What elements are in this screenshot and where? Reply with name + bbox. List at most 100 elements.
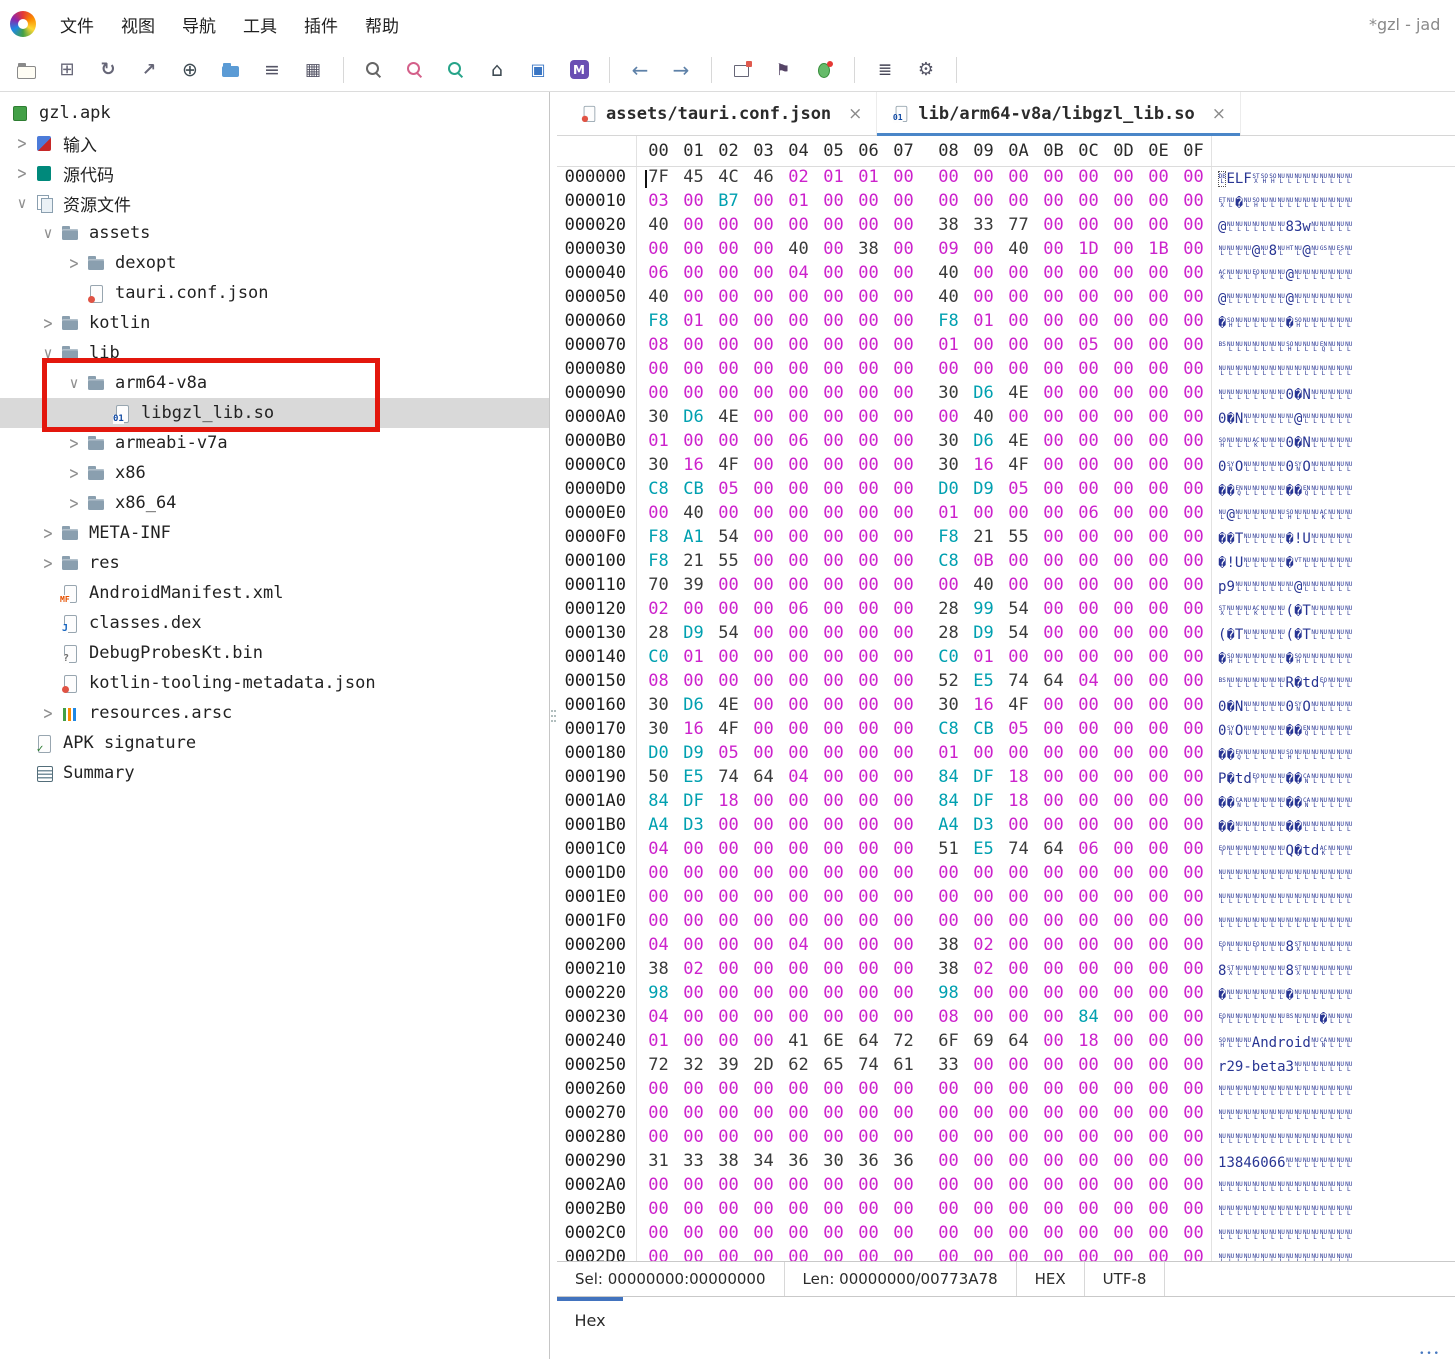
hex-byte[interactable]: 06 <box>1071 839 1106 863</box>
hex-byte[interactable]: 06 <box>781 431 816 455</box>
hex-byte[interactable]: 00 <box>966 503 1001 527</box>
hex-byte[interactable]: 00 <box>676 887 711 911</box>
hex-byte[interactable]: 00 <box>1071 887 1106 911</box>
hex-byte[interactable]: 00 <box>711 1031 746 1055</box>
hex-byte[interactable]: 00 <box>1141 503 1176 527</box>
menu-file[interactable]: 文件 <box>60 12 94 37</box>
hex-byte[interactable]: 74 <box>1001 839 1036 863</box>
hex-byte[interactable]: 00 <box>1176 1055 1211 1079</box>
hex-byte[interactable]: 00 <box>1001 1127 1036 1151</box>
hex-byte[interactable]: 00 <box>966 1079 1001 1103</box>
hex-text-column[interactable]: p9NULNULNULNULNULNULNUL@NULNULNULNULNULN… <box>1211 575 1353 599</box>
hex-byte[interactable]: 00 <box>816 1127 851 1151</box>
hex-byte[interactable]: 00 <box>816 719 851 743</box>
hex-byte[interactable]: 00 <box>676 1223 711 1247</box>
hex-byte[interactable]: 40 <box>966 407 1001 431</box>
hex-byte[interactable]: 00 <box>746 1127 781 1151</box>
hex-byte[interactable]: 00 <box>1141 335 1176 359</box>
editor-tab-libgzl-lib-so[interactable]: lib/arm64-v8a/libgzl_lib.so× <box>877 92 1241 135</box>
hex-byte[interactable]: 00 <box>1106 839 1141 863</box>
open-project-button[interactable] <box>217 56 245 84</box>
tree-item-kotlin-tooling-metadata-json[interactable]: kotlin-tooling-metadata.json <box>0 668 549 698</box>
tree-item-kotlin[interactable]: >kotlin <box>0 308 549 338</box>
chevron-expanded-icon[interactable]: ∨ <box>36 344 60 362</box>
hex-byte[interactable]: 01 <box>931 743 966 767</box>
hex-byte[interactable]: 40 <box>931 263 966 287</box>
hex-byte[interactable]: 30 <box>641 695 676 719</box>
hex-byte[interactable]: 00 <box>931 1151 966 1175</box>
hex-byte[interactable]: 00 <box>1001 1055 1036 1079</box>
chevron-collapsed-icon[interactable]: > <box>36 312 60 335</box>
hex-byte[interactable]: 00 <box>1106 575 1141 599</box>
hex-byte[interactable]: 00 <box>851 455 886 479</box>
hex-byte[interactable]: 00 <box>781 959 816 983</box>
tree-item-summary[interactable]: Summary <box>0 758 549 788</box>
tree-item-resources-arsc[interactable]: >resources.arsc <box>0 698 549 728</box>
hex-byte[interactable]: 00 <box>1071 623 1106 647</box>
hex-byte[interactable]: 00 <box>931 1199 966 1223</box>
hex-byte[interactable]: 00 <box>1176 695 1211 719</box>
hex-byte[interactable]: 00 <box>1141 983 1176 1007</box>
hex-byte[interactable]: 00 <box>816 791 851 815</box>
hex-byte[interactable]: 00 <box>746 1031 781 1055</box>
export-button[interactable] <box>135 56 163 84</box>
hex-byte[interactable]: 33 <box>676 1151 711 1175</box>
hex-byte[interactable]: 00 <box>781 359 816 383</box>
hex-byte[interactable]: 00 <box>816 647 851 671</box>
hex-byte[interactable]: 00 <box>711 503 746 527</box>
hex-byte[interactable]: 30 <box>641 719 676 743</box>
hex-byte[interactable]: 00 <box>711 1079 746 1103</box>
hex-byte[interactable]: 00 <box>1176 311 1211 335</box>
hex-byte[interactable]: 00 <box>1176 1175 1211 1199</box>
hex-byte[interactable]: 00 <box>1141 935 1176 959</box>
hex-byte[interactable]: 00 <box>1141 215 1176 239</box>
hex-byte[interactable]: 00 <box>1071 863 1106 887</box>
hex-byte[interactable]: 00 <box>676 863 711 887</box>
hex-byte[interactable]: 00 <box>1106 767 1141 791</box>
hex-byte[interactable]: 00 <box>1001 311 1036 335</box>
decompile-window-button[interactable] <box>728 56 756 84</box>
hex-byte[interactable]: 00 <box>1001 287 1036 311</box>
hex-byte[interactable]: 00 <box>1071 695 1106 719</box>
hex-byte[interactable]: 00 <box>816 215 851 239</box>
hex-byte[interactable]: 00 <box>1071 431 1106 455</box>
hex-byte[interactable]: 00 <box>851 1079 886 1103</box>
hex-text-column[interactable]: 0�NNULNULNULNULNULNUL@NULNULNULNULNULNUL <box>1211 407 1353 431</box>
hex-byte[interactable]: 00 <box>1036 887 1071 911</box>
hex-byte[interactable]: 16 <box>966 455 1001 479</box>
hex-byte[interactable]: 00 <box>816 359 851 383</box>
hex-byte[interactable]: 00 <box>1071 167 1106 191</box>
hex-byte[interactable]: 00 <box>886 743 921 767</box>
hex-byte[interactable]: 00 <box>1036 767 1071 791</box>
hex-byte[interactable]: 00 <box>676 1127 711 1151</box>
hex-byte[interactable]: 00 <box>711 431 746 455</box>
hex-byte[interactable]: 00 <box>1141 839 1176 863</box>
hex-byte[interactable]: 40 <box>641 287 676 311</box>
hex-byte[interactable]: 00 <box>781 479 816 503</box>
hex-byte[interactable]: 6F <box>931 1031 966 1055</box>
hex-byte[interactable]: 00 <box>711 575 746 599</box>
hex-byte[interactable]: 00 <box>886 215 921 239</box>
hex-byte[interactable]: 00 <box>966 911 1001 935</box>
hex-byte[interactable]: 00 <box>1176 1103 1211 1127</box>
hex-byte[interactable]: 00 <box>816 479 851 503</box>
menu-view[interactable]: 视图 <box>121 12 155 37</box>
hex-byte[interactable]: 00 <box>641 1127 676 1151</box>
hex-byte[interactable]: 00 <box>816 1103 851 1127</box>
hex-byte[interactable]: 00 <box>1176 1031 1211 1055</box>
hex-byte[interactable]: 00 <box>1071 1247 1106 1261</box>
hex-byte[interactable]: 00 <box>886 575 921 599</box>
hex-byte[interactable]: 00 <box>711 815 746 839</box>
hex-byte[interactable]: 00 <box>966 1223 1001 1247</box>
hex-byte[interactable]: 00 <box>711 239 746 263</box>
hex-byte[interactable]: 54 <box>711 527 746 551</box>
hex-byte[interactable]: 09 <box>931 239 966 263</box>
hex-byte[interactable]: 18 <box>1071 1031 1106 1055</box>
hex-byte[interactable]: 00 <box>641 503 676 527</box>
hex-byte[interactable]: C8 <box>641 479 676 503</box>
tree-item-res[interactable]: >res <box>0 548 549 578</box>
chevron-collapsed-icon[interactable]: > <box>36 702 60 725</box>
hex-byte[interactable]: 00 <box>641 863 676 887</box>
hex-byte[interactable]: 00 <box>1106 239 1141 263</box>
hex-byte[interactable]: 00 <box>1071 1079 1106 1103</box>
